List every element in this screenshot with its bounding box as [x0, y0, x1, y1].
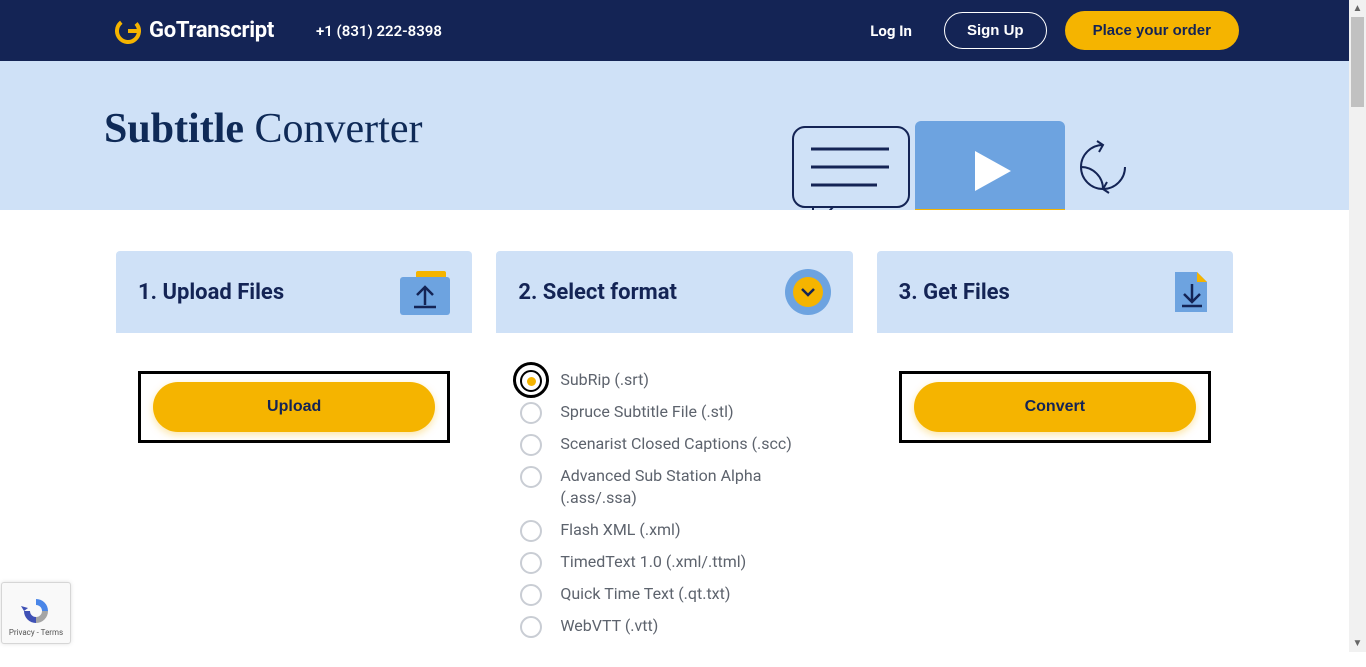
recaptcha-badge[interactable]: Privacy - Terms [1, 582, 71, 644]
format-radio[interactable] [520, 466, 542, 488]
scroll-track[interactable] [1349, 17, 1366, 635]
upload-button[interactable]: Upload [153, 382, 435, 432]
brand-logo[interactable]: GoTranscript [115, 18, 274, 44]
page-title: Subtitle Converter [104, 105, 422, 153]
upload-highlight-frame: Upload [138, 371, 450, 443]
format-options: SubRip (.srt) Spruce Subtitle File (.stl)… [496, 333, 852, 667]
format-option[interactable]: WebVTT (.vtt) [520, 615, 828, 638]
download-file-icon [1173, 270, 1211, 314]
format-option-label: SubRip (.srt) [560, 369, 649, 391]
format-option-label: WebVTT (.vtt) [560, 615, 658, 637]
format-option[interactable]: Quick Time Text (.qt.txt) [520, 583, 828, 606]
card-select-format: 2. Select format SubRip (.srt) Spruce Sub… [496, 251, 852, 667]
format-option[interactable]: Advanced Sub Station Alpha (.ass/.ssa) [520, 465, 828, 510]
format-option[interactable]: Spruce Subtitle File (.stl) [520, 401, 828, 424]
format-option-label: Flash XML (.xml) [560, 519, 680, 541]
format-option-label: Spruce Subtitle File (.stl) [560, 401, 733, 423]
format-option[interactable]: TimedText 1.0 (.xml/.ttml) [520, 551, 828, 574]
header-phone[interactable]: +1 (831) 222-8398 [316, 22, 442, 40]
format-radio[interactable] [520, 552, 542, 574]
page-title-bold: Subtitle [104, 106, 244, 152]
chevron-down-icon [785, 269, 831, 315]
scroll-up-arrow[interactable]: ▲ [1349, 0, 1366, 17]
format-option-label: Quick Time Text (.qt.txt) [560, 583, 730, 605]
card-get-files: 3. Get Files Convert [877, 251, 1233, 471]
login-link[interactable]: Log In [870, 22, 912, 40]
card-upload: 1. Upload Files Upload [116, 251, 472, 471]
format-radio[interactable] [520, 584, 542, 606]
hero-illustration [789, 121, 1149, 210]
card-get-title: 3. Get Files [899, 280, 1010, 305]
format-option[interactable]: Flash XML (.xml) [520, 519, 828, 542]
card-upload-title: 1. Upload Files [138, 280, 284, 305]
format-radio[interactable] [520, 616, 542, 638]
site-header: GoTranscript +1 (831) 222-8398 Log In Si… [0, 0, 1349, 61]
page-title-rest: Converter [255, 106, 423, 152]
card-get-header: 3. Get Files [877, 251, 1233, 333]
hero: Subtitle Converter [0, 61, 1349, 210]
format-option-label: TimedText 1.0 (.xml/.ttml) [560, 551, 746, 573]
convert-highlight-frame: Convert [899, 371, 1211, 443]
format-option-label: Scenarist Closed Captions (.scc) [560, 433, 792, 455]
place-order-button[interactable]: Place your order [1065, 11, 1239, 50]
format-radio[interactable] [520, 434, 542, 456]
format-radio[interactable] [520, 370, 542, 392]
format-radio[interactable] [520, 520, 542, 542]
card-upload-header: 1. Upload Files [116, 251, 472, 333]
convert-button[interactable]: Convert [914, 382, 1196, 432]
format-option[interactable]: Scenarist Closed Captions (.scc) [520, 433, 828, 456]
brand-name: GoTranscript [149, 18, 274, 43]
logo-mark-icon [115, 18, 141, 44]
format-option[interactable]: SubRip (.srt) [520, 369, 828, 392]
recaptcha-links[interactable]: Privacy - Terms [9, 628, 63, 637]
scroll-thumb[interactable] [1351, 17, 1364, 107]
signup-button[interactable]: Sign Up [944, 12, 1047, 49]
card-select-header: 2. Select format [496, 251, 852, 333]
format-radio[interactable] [520, 402, 542, 424]
page-scrollbar[interactable]: ▲ ▼ [1349, 0, 1366, 652]
upload-folder-icon [400, 271, 450, 313]
converter-steps: 1. Upload Files Upload 2. Select format [0, 210, 1349, 667]
recaptcha-icon [19, 596, 53, 626]
card-select-title: 2. Select format [518, 280, 677, 305]
format-option-label: Advanced Sub Station Alpha (.ass/.ssa) [560, 465, 800, 510]
scroll-down-arrow[interactable]: ▼ [1349, 635, 1366, 652]
